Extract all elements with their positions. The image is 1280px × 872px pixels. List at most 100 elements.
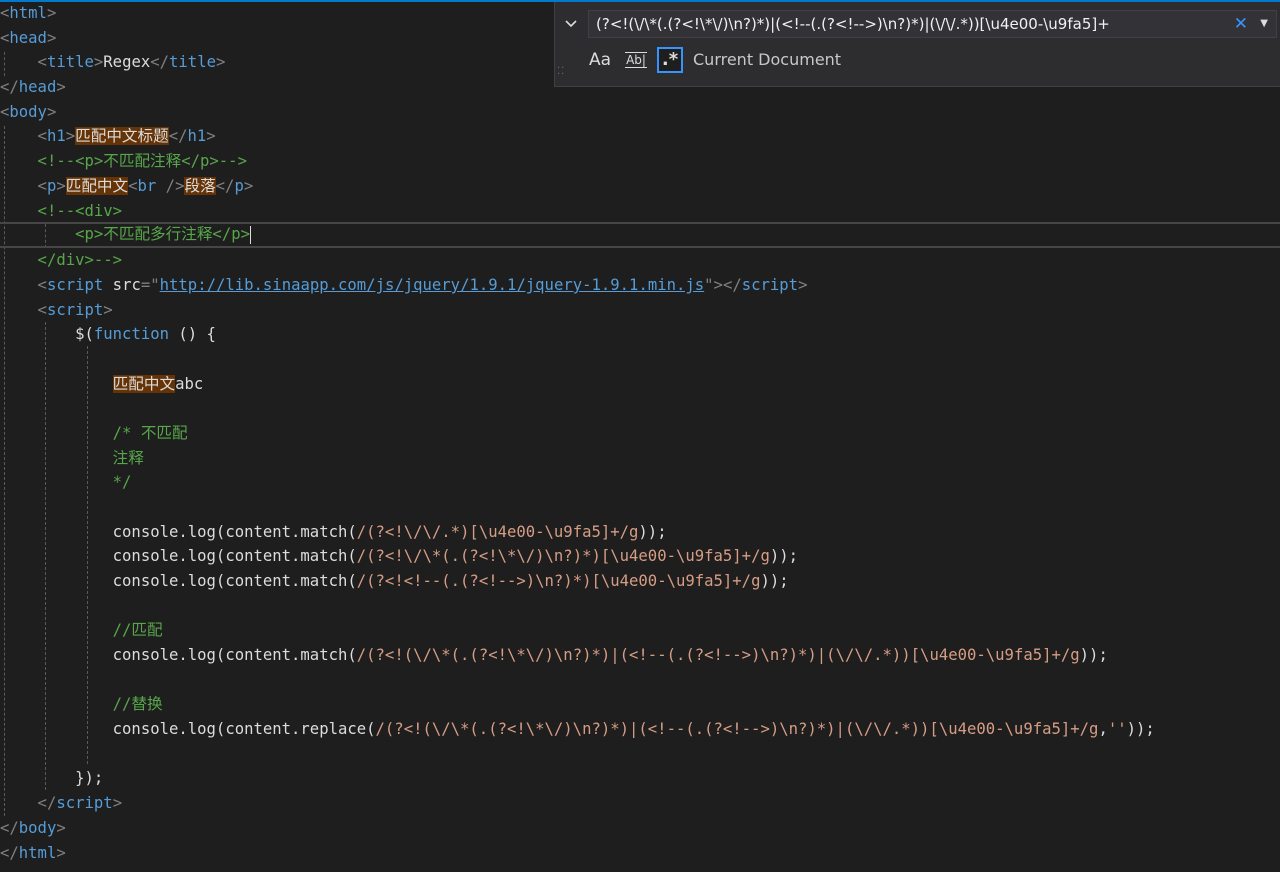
code-line: <body> — [0, 100, 1280, 124]
close-icon[interactable]: ✕ — [1234, 11, 1248, 37]
code-line: }); — [0, 766, 1280, 790]
code-line: console.log(content.match(/(?<!<!--(.(?<… — [0, 569, 1280, 593]
search-scope-label: Current Document — [693, 50, 842, 69]
toggle-replace-button[interactable] — [561, 14, 581, 34]
code-line: </body> — [0, 816, 1280, 840]
code-token: title — [46, 53, 94, 71]
code-token: h1 — [187, 127, 207, 145]
code-token: src — [103, 276, 141, 294]
regex-label: .* — [661, 49, 679, 70]
code-token: body — [9, 103, 47, 121]
code-line: $(function () { — [0, 322, 1280, 346]
code-line: //替换 — [0, 692, 1280, 716]
code-token: head — [9, 29, 47, 47]
code-token: p — [234, 177, 244, 195]
code-token: /> — [156, 177, 185, 195]
code-line: </html> — [0, 841, 1280, 865]
match-highlight: 匹配中文 — [112, 375, 176, 393]
code-token: abc — [175, 375, 204, 393]
code-token: < — [0, 301, 47, 319]
code-line: <!--<div> — [0, 199, 1280, 223]
regex-literal: /(?<!<!--(.(?<!-->)\n?)*)[\u4e00-\u9fa5]… — [356, 572, 761, 590]
string-literal: '' — [1107, 720, 1127, 738]
code-token: > — [46, 4, 57, 22]
code-token: > — [56, 177, 66, 195]
code-token: br — [137, 177, 157, 195]
code-token: html — [9, 4, 47, 22]
code-line: <script src="http://lib.sinaapp.com/js/j… — [0, 273, 1280, 297]
match-case-label: Aa — [588, 50, 612, 70]
code-token: < — [0, 53, 47, 71]
code-token: "> — [704, 276, 723, 294]
code-token: console.log(content.match( — [0, 646, 357, 664]
find-widget: (?<!(\/\*(.(?<!\*\/)\n?)*)|(<!--(.(?<!--… — [554, 2, 1280, 87]
code-token: p — [46, 177, 57, 195]
code-token: </ — [215, 177, 235, 195]
match-highlight: 匹配中文 — [65, 177, 129, 195]
code-comment: */ — [0, 473, 132, 491]
code-token: > — [56, 819, 66, 837]
code-token: </ — [168, 127, 188, 145]
code-token: > — [56, 78, 66, 96]
match-whole-word-button[interactable]: Ab| — [623, 47, 649, 73]
code-token: > — [56, 844, 66, 862]
code-token: )); — [760, 572, 789, 590]
code-token: $( — [0, 325, 94, 343]
code-line: <script> — [0, 298, 1280, 322]
code-line: </script> — [0, 791, 1280, 815]
current-line: <p>不匹配多行注释</p> — [0, 222, 1280, 248]
code-token: script — [46, 276, 104, 294]
code-comment: </div>--> — [0, 251, 123, 269]
code-token: body — [18, 819, 57, 837]
code-line: */ — [0, 470, 1280, 494]
code-token: , — [1098, 720, 1108, 738]
code-token: }); — [0, 769, 104, 787]
code-line: console.log(content.replace(/(?<!(\/\*(.… — [0, 717, 1280, 741]
regex-literal: /(?<!\/\/.*)[\u4e00-\u9fa5]+/g — [356, 523, 639, 541]
grip-icon[interactable]: ·· ·· — [557, 64, 565, 80]
code-comment: <!--<p>不匹配注释</p>--> — [0, 152, 247, 170]
code-token: console.log(content.replace( — [0, 720, 376, 738]
code-comment: /* 不匹配 — [0, 424, 188, 442]
code-line: 匹配中文abc — [0, 372, 1280, 396]
match-highlight: 段落 — [184, 177, 216, 195]
code-line: //匹配 — [0, 618, 1280, 642]
search-scope-dropdown[interactable]: Current Document — [693, 47, 841, 73]
code-line: console.log(content.match(/(?<!\/\/.*)[\… — [0, 520, 1280, 544]
text-caret — [249, 225, 251, 244]
find-input[interactable]: (?<!(\/\*(.(?<!\*\/)\n?)*)|(<!--(.(?<!--… — [588, 10, 1277, 38]
code-token: script — [46, 301, 104, 319]
script-url-link[interactable]: http://lib.sinaapp.com/js/jquery/1.9.1/j… — [160, 276, 705, 294]
caret-down-icon[interactable]: ▼ — [1260, 11, 1268, 37]
code-token: </ — [150, 53, 170, 71]
code-line: <!--<p>不匹配注释</p>--> — [0, 149, 1280, 173]
code-comment: <!--<div> — [0, 202, 123, 220]
code-token: )); — [1126, 720, 1155, 738]
code-token: )); — [1079, 646, 1108, 664]
code-token: < — [0, 29, 10, 47]
code-token: < — [0, 127, 47, 145]
match-case-button[interactable]: Aa — [587, 47, 613, 73]
code-token: console.log(content.match( — [0, 523, 357, 541]
code-token: > — [103, 301, 113, 319]
code-line: console.log(content.match(/(?<!(\/\*(.(?… — [0, 643, 1280, 667]
code-token: head — [18, 78, 57, 96]
code-token: > — [243, 177, 254, 195]
code-line: <h1>匹配中文标题</h1> — [0, 124, 1280, 148]
code-token: Regex — [103, 53, 151, 71]
match-highlight: 匹配中文标题 — [75, 127, 169, 145]
regex-literal: /(?<!(\/\*(.(?<!\*\/)\n?)*)|(<!--(.(?<!-… — [375, 720, 1099, 738]
use-regex-button[interactable]: .* — [657, 47, 683, 73]
code-editor[interactable]: <html> <head> <title>Regex</title> </hea… — [0, 0, 1280, 872]
code-token: > — [93, 53, 104, 71]
code-token: < — [0, 4, 10, 22]
code-token: html — [18, 844, 57, 862]
code-line: <p>匹配中文<br />段落</p> — [0, 174, 1280, 198]
find-query-text[interactable]: (?<!(\/\*(.(?<!\*\/)\n?)*)|(<!--(.(?<!--… — [596, 11, 1110, 37]
code-line: /* 不匹配 — [0, 421, 1280, 445]
code-comment: //替换 — [0, 695, 163, 713]
code-token: </ — [0, 844, 19, 862]
code-token: > — [215, 53, 226, 71]
code-token: =" — [140, 276, 160, 294]
